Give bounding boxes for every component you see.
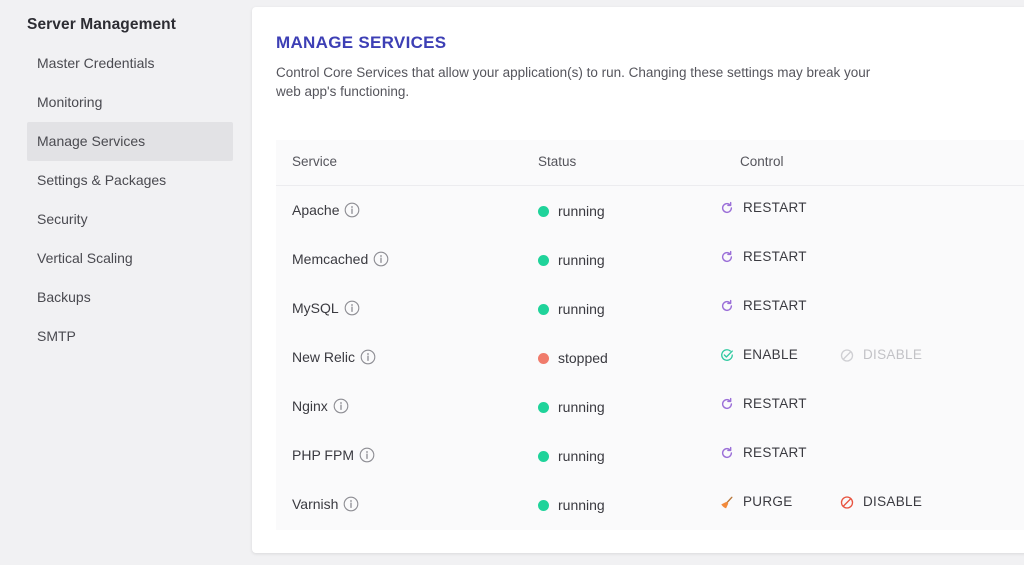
status-text: running: [558, 301, 605, 317]
info-icon[interactable]: [333, 398, 349, 414]
status-cell: running: [538, 448, 605, 464]
status-text: running: [558, 497, 605, 513]
table-header: Service Status Control: [276, 140, 1024, 186]
disable-new-relic-button: DISABLE: [840, 347, 922, 362]
restart-icon: [720, 397, 734, 411]
sidebar-item-vertical-scaling[interactable]: Vertical Scaling: [27, 239, 233, 278]
restart-icon: [720, 446, 734, 460]
service-cell: Apache: [292, 202, 360, 218]
table-row: MySQL running RESTART: [276, 284, 1024, 333]
column-header-status: Status: [538, 154, 577, 169]
status-text: stopped: [558, 350, 608, 366]
service-cell: Nginx: [292, 398, 349, 414]
status-cell: running: [538, 252, 605, 268]
status-dot-icon: [538, 450, 549, 462]
restart-nginx-button[interactable]: RESTART: [720, 396, 807, 411]
service-name: Apache: [292, 202, 340, 218]
control-label: RESTART: [743, 396, 807, 411]
status-cell: running: [538, 301, 605, 317]
table-row: PHP FPM running RESTART: [276, 431, 1024, 480]
service-cell: PHP FPM: [292, 447, 375, 463]
status-dot-icon: [538, 254, 549, 266]
table-row: Memcached running RESTART: [276, 235, 1024, 284]
control-label: ENABLE: [743, 347, 799, 362]
services-table: Service Status Control Apache running REST…: [276, 140, 1024, 530]
service-cell: Varnish: [292, 496, 359, 512]
status-text: running: [558, 399, 605, 415]
table-body: Apache running RESTART Memcached running REST…: [276, 186, 1024, 529]
control-label: DISABLE: [863, 347, 923, 362]
main-panel: MANAGE SERVICES Control Core Services th…: [252, 7, 1024, 553]
service-name: Varnish: [292, 496, 339, 512]
status-dot-icon: [538, 352, 549, 364]
restart-mysql-button[interactable]: RESTART: [720, 298, 807, 313]
sidebar: Server Management Master Credentials Moni…: [0, 0, 245, 565]
sidebar-item-master-credentials[interactable]: Master Credentials: [27, 44, 233, 83]
status-cell: running: [538, 497, 605, 513]
status-text: running: [558, 252, 605, 268]
purge-varnish-button[interactable]: PURGE: [720, 494, 793, 509]
service-name: New Relic: [292, 349, 356, 365]
sidebar-title: Server Management: [27, 16, 177, 33]
sidebar-item-security[interactable]: Security: [27, 200, 233, 239]
page-title: MANAGE SERVICES: [276, 33, 447, 52]
sidebar-item-backups[interactable]: Backups: [27, 278, 233, 317]
sidebar-nav: Master Credentials Monitoring Manage Servi…: [27, 44, 233, 356]
status-dot-icon: [538, 401, 549, 413]
check-circle-icon: [720, 348, 734, 362]
control-label: DISABLE: [863, 494, 923, 509]
restart-memcached-button[interactable]: RESTART: [720, 249, 807, 264]
column-header-control: Control: [740, 154, 784, 169]
status-dot-icon: [538, 303, 549, 315]
sidebar-item-manage-services[interactable]: Manage Services: [27, 122, 233, 161]
service-cell: MySQL: [292, 300, 360, 316]
table-row: Apache running RESTART: [276, 186, 1024, 235]
table-row: Varnish running PURGE DISABLE: [276, 480, 1024, 529]
info-icon[interactable]: [343, 496, 359, 512]
disable-icon: [840, 495, 854, 509]
restart-icon: [720, 201, 734, 215]
info-icon[interactable]: [344, 202, 360, 218]
restart-apache-button[interactable]: RESTART: [720, 200, 807, 215]
service-cell: Memcached: [292, 251, 389, 267]
control-label: RESTART: [743, 249, 807, 264]
info-icon[interactable]: [373, 251, 389, 267]
sidebar-item-monitoring[interactable]: Monitoring: [27, 83, 233, 122]
control-label: PURGE: [743, 494, 793, 509]
table-row: New Relic stopped ENABLE DISABLE: [276, 333, 1024, 382]
enable-new-relic-button[interactable]: ENABLE: [720, 347, 798, 362]
info-icon[interactable]: [359, 447, 375, 463]
sidebar-item-settings-and-packages[interactable]: Settings & Packages: [27, 161, 233, 200]
status-cell: running: [538, 399, 605, 415]
service-name: Nginx: [292, 398, 328, 414]
service-name: Memcached: [292, 251, 369, 267]
restart-icon: [720, 299, 734, 313]
column-header-service: Service: [292, 154, 338, 169]
table-row: Nginx running RESTART: [276, 382, 1024, 431]
control-label: RESTART: [743, 200, 807, 215]
broom-icon: [720, 495, 734, 509]
service-cell: New Relic: [292, 349, 376, 365]
page-description: Control Core Services that allow your ap…: [276, 65, 871, 99]
disable-varnish-button[interactable]: DISABLE: [840, 494, 922, 509]
status-cell: running: [538, 203, 605, 219]
disable-icon: [840, 348, 854, 362]
service-name: PHP FPM: [292, 447, 354, 463]
status-dot-icon: [538, 499, 549, 511]
restart-php-fpm-button[interactable]: RESTART: [720, 445, 807, 460]
info-icon[interactable]: [344, 300, 360, 316]
control-label: RESTART: [743, 445, 807, 460]
sidebar-item-smtp[interactable]: SMTP: [27, 317, 233, 356]
restart-icon: [720, 250, 734, 264]
service-name: MySQL: [292, 300, 339, 316]
control-label: RESTART: [743, 298, 807, 313]
status-dot-icon: [538, 205, 549, 217]
info-icon[interactable]: [360, 349, 376, 365]
status-cell: stopped: [538, 350, 608, 366]
status-text: running: [558, 448, 605, 464]
status-text: running: [558, 203, 605, 219]
